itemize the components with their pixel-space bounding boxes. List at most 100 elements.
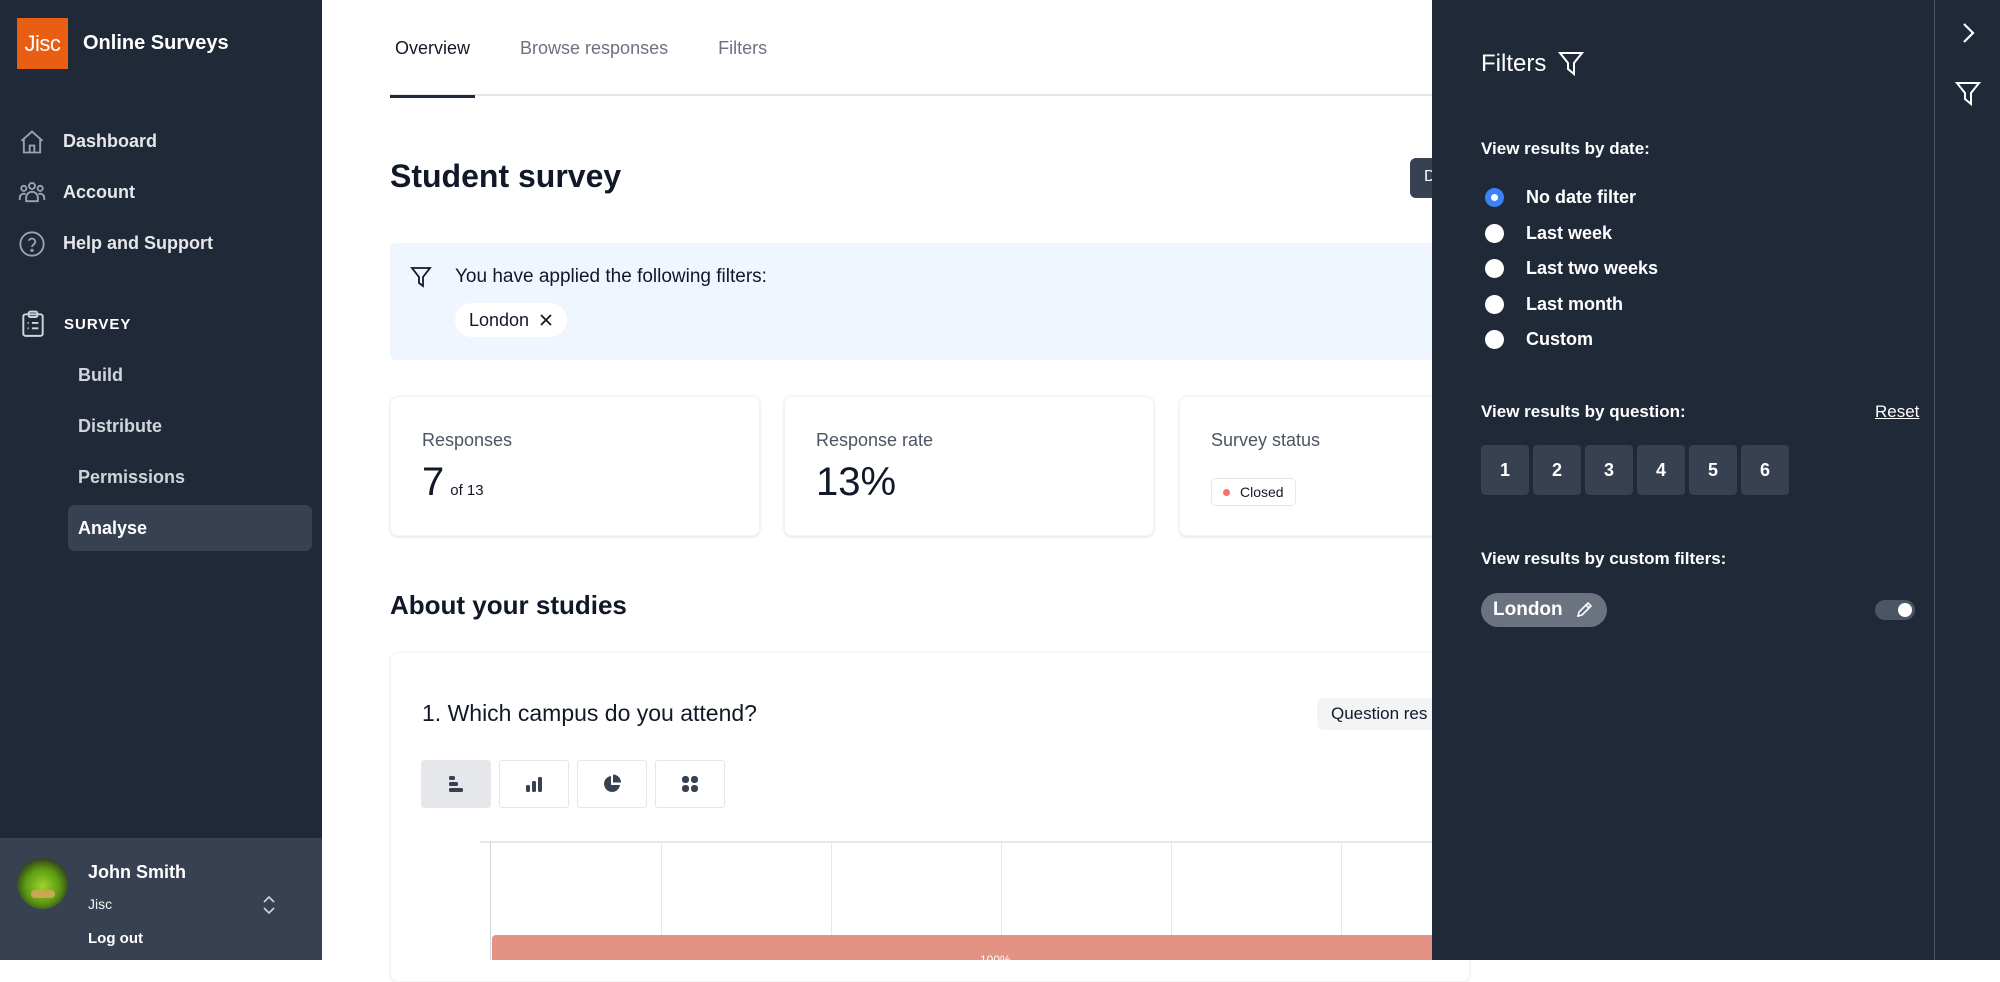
radio-button[interactable] bbox=[1485, 330, 1504, 350]
chevron-right-icon[interactable] bbox=[1955, 19, 1981, 47]
chevron-up-down-icon[interactable] bbox=[262, 894, 276, 916]
jisc-logo: Jisc bbox=[17, 18, 68, 69]
chart-bar-label: 100% bbox=[980, 953, 1011, 960]
user-org: Jisc bbox=[88, 896, 113, 912]
question-responses-badge: Question res bbox=[1317, 698, 1442, 730]
pencil-icon[interactable] bbox=[1575, 601, 1593, 619]
date-option-custom[interactable]: Custom bbox=[1485, 322, 1658, 358]
chart-axis-top bbox=[480, 841, 1432, 843]
chart-type-vertical-bar[interactable] bbox=[499, 760, 569, 808]
radio-button[interactable] bbox=[1485, 223, 1504, 243]
response-rate-card: Response rate 13% bbox=[784, 396, 1154, 536]
close-icon[interactable] bbox=[539, 313, 553, 327]
tab-browse-responses[interactable]: Browse responses bbox=[515, 0, 673, 96]
sub-nav-distribute[interactable]: Distribute bbox=[68, 403, 312, 449]
question-button-5[interactable]: 5 bbox=[1689, 445, 1737, 495]
question-filter-label: View results by question: bbox=[1481, 402, 1686, 421]
nav-label: Account bbox=[63, 182, 135, 202]
radio-label: Last month bbox=[1526, 293, 1623, 314]
radio-label: Last week bbox=[1526, 222, 1613, 243]
main-nav: Dashboard Account Help and Support bbox=[0, 116, 322, 269]
chart-axis-y bbox=[490, 841, 491, 960]
stat-label: Responses bbox=[422, 430, 513, 450]
survey-section-heading: SURVEY bbox=[20, 310, 131, 338]
radio-label: Last two weeks bbox=[1526, 258, 1659, 279]
tab-filters[interactable]: Filters bbox=[713, 0, 772, 96]
question-button-6[interactable]: 6 bbox=[1741, 445, 1789, 495]
nav-item-help[interactable]: Help and Support bbox=[0, 218, 322, 269]
status-text: Closed bbox=[1240, 484, 1284, 500]
question-button-2[interactable]: 2 bbox=[1533, 445, 1581, 495]
stat-value: 7 of 13 bbox=[422, 460, 484, 505]
radio-button[interactable] bbox=[1485, 188, 1504, 208]
reset-link[interactable]: Reset bbox=[1875, 402, 1919, 422]
chart-type-horizontal-bar[interactable] bbox=[421, 760, 491, 808]
question-button-3[interactable]: 3 bbox=[1585, 445, 1633, 495]
horizontal-bar-chart-icon bbox=[449, 776, 463, 792]
custom-filter-london[interactable]: London bbox=[1481, 593, 1607, 627]
logout-link[interactable]: Log out bbox=[88, 930, 143, 947]
page-title: Student survey bbox=[390, 158, 622, 194]
question-filter-buttons: 1 2 3 4 5 6 bbox=[1481, 445, 1793, 495]
applied-filters-banner: You have applied the following filters: … bbox=[390, 243, 1460, 360]
grid-icon bbox=[682, 776, 698, 792]
question-title: 1. Which campus do you attend? bbox=[422, 700, 757, 726]
date-option-last-month[interactable]: Last month bbox=[1485, 287, 1658, 323]
users-icon bbox=[18, 181, 46, 202]
custom-filter-toggle[interactable] bbox=[1875, 600, 1915, 620]
responses-total: of 13 bbox=[450, 482, 484, 499]
chart-type-switcher bbox=[421, 760, 733, 808]
stat-value: 13% bbox=[816, 460, 897, 504]
survey-sub-nav: Build Distribute Permissions Analyse bbox=[68, 352, 312, 556]
filters-drawer: Filters View results by date: No date fi… bbox=[1432, 0, 1934, 960]
stat-label: Survey status bbox=[1211, 430, 1321, 450]
nav-label: Dashboard bbox=[63, 131, 158, 151]
chip-label: London bbox=[469, 309, 530, 330]
date-filter-label: View results by date: bbox=[1481, 139, 1650, 158]
nav-item-account[interactable]: Account bbox=[0, 167, 322, 218]
main-content: Overview Browse responses Filters Studen… bbox=[322, 0, 1549, 982]
filter-icon[interactable] bbox=[1955, 80, 1981, 108]
date-option-last-week[interactable]: Last week bbox=[1485, 216, 1658, 252]
tab-overview[interactable]: Overview bbox=[390, 0, 476, 98]
filter-icon bbox=[410, 267, 432, 288]
chart-type-grid[interactable] bbox=[655, 760, 725, 808]
home-icon bbox=[20, 129, 44, 153]
banner-text: You have applied the following filters: bbox=[455, 266, 767, 287]
chart-type-pie[interactable] bbox=[577, 760, 647, 808]
chart-bar bbox=[492, 935, 1432, 960]
brand[interactable]: Jisc Online Surveys bbox=[17, 18, 229, 69]
vertical-bar-chart-icon bbox=[526, 777, 542, 792]
question-chart: 100% bbox=[480, 841, 1432, 960]
responses-card: Responses 7 of 13 bbox=[390, 396, 760, 536]
question-button-1[interactable]: 1 bbox=[1481, 445, 1529, 495]
date-filter-options: No date filter Last week Last two weeks … bbox=[1485, 180, 1658, 358]
sub-nav-analyse[interactable]: Analyse bbox=[68, 505, 312, 551]
sidebar: Jisc Online Surveys Dashboard Account He… bbox=[0, 0, 322, 960]
section-title: About your studies bbox=[390, 590, 627, 620]
sub-nav-permissions[interactable]: Permissions bbox=[68, 454, 312, 500]
radio-button[interactable] bbox=[1485, 294, 1504, 314]
drawer-title: Filters bbox=[1481, 50, 1585, 78]
filter-icon bbox=[1558, 52, 1585, 77]
nav-label: Help and Support bbox=[63, 233, 213, 253]
help-circle-icon bbox=[19, 230, 45, 257]
user-name: John Smith bbox=[88, 862, 186, 882]
question-button-4[interactable]: 4 bbox=[1637, 445, 1685, 495]
date-option-last-two-weeks[interactable]: Last two weeks bbox=[1485, 251, 1658, 287]
nav-item-dashboard[interactable]: Dashboard bbox=[0, 116, 322, 167]
tab-bar: Overview Browse responses Filters bbox=[390, 0, 1490, 98]
radio-button[interactable] bbox=[1485, 259, 1504, 279]
user-panel: John Smith Jisc Log out bbox=[0, 838, 322, 960]
custom-filter-label-text: London bbox=[1493, 599, 1563, 620]
sub-nav-build[interactable]: Build bbox=[68, 352, 312, 398]
stat-label: Response rate bbox=[816, 430, 934, 450]
pie-chart-icon bbox=[604, 774, 621, 792]
custom-filter-label: View results by custom filters: bbox=[1481, 549, 1727, 568]
section-label: SURVEY bbox=[64, 315, 132, 333]
date-option-none[interactable]: No date filter bbox=[1485, 180, 1658, 216]
app-name: Online Surveys bbox=[83, 32, 229, 54]
responses-count: 7 bbox=[422, 460, 445, 504]
clipboard-icon bbox=[22, 310, 44, 337]
radio-label: No date filter bbox=[1526, 187, 1637, 208]
